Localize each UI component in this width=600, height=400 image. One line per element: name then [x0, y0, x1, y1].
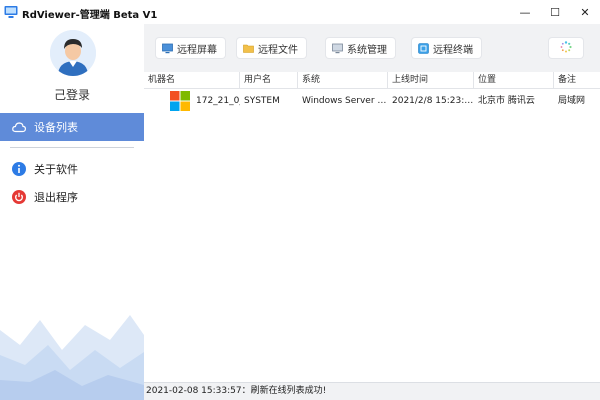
minimize-button[interactable]: —	[510, 0, 540, 24]
refresh-button[interactable]	[549, 38, 583, 58]
maximize-button[interactable]: ☐	[540, 0, 570, 24]
cell-os: Windows Server 2012 ...	[302, 96, 388, 106]
table-header: 机器名 用户名 系统 上线时间 位置 备注	[144, 72, 600, 89]
system-monitor-icon	[332, 43, 343, 54]
remote-screen-button[interactable]: 远程屏幕	[156, 38, 225, 58]
cell-note: 局域网	[558, 96, 586, 106]
toolbar: 远程屏幕 远程文件 系统管理 远程终端	[144, 24, 600, 72]
device-table: 机器名 用户名 系统 上线时间 位置 备注 172_21_0_3 SYSTEM …	[144, 72, 600, 382]
monitor-icon	[162, 43, 173, 54]
column-header-note[interactable]: 备注	[554, 72, 600, 89]
sidebar-item-exit[interactable]: 退出程序	[0, 183, 144, 211]
machine-name: 172_21_0_3	[196, 96, 240, 106]
main-panel: 远程屏幕 远程文件 系统管理 远程终端 机器名 用户名 系统 上线时间 位置 备…	[144, 0, 600, 400]
refresh-spinner-icon	[560, 40, 572, 56]
sidebar: 己登录 设备列表 关于软件 退出程序	[0, 0, 144, 400]
sidebar-item-about[interactable]: 关于软件	[0, 155, 144, 183]
sidebar-item-label: 退出程序	[34, 191, 78, 204]
cell-machine: 172_21_0_3	[144, 89, 240, 113]
cloud-icon	[12, 120, 26, 134]
column-header-online-time[interactable]: 上线时间	[388, 72, 474, 89]
sidebar-mountain-decoration	[0, 315, 144, 400]
remote-terminal-button[interactable]: 远程终端	[412, 38, 481, 58]
cell-user: SYSTEM	[244, 96, 280, 106]
login-status: 己登录	[53, 88, 90, 102]
window-title: RdViewer-管理端 Beta V1	[22, 10, 158, 21]
folder-icon	[243, 43, 254, 54]
close-button[interactable]: ✕	[570, 0, 600, 24]
column-header-machine[interactable]: 机器名	[144, 72, 240, 89]
windows-logo-icon	[170, 91, 190, 111]
sidebar-divider	[10, 147, 134, 148]
sidebar-item-label: 关于软件	[34, 163, 78, 176]
info-icon	[12, 162, 26, 176]
sidebar-item-device-list[interactable]: 设备列表	[0, 113, 144, 141]
terminal-icon	[418, 42, 429, 54]
title-bar[interactable]: RdViewer-管理端 Beta V1 — ☐ ✕	[0, 0, 600, 24]
cell-online-time: 2021/2/8 15:23:20	[392, 96, 474, 106]
table-row[interactable]: 172_21_0_3 SYSTEM Windows Server 2012 ..…	[144, 89, 600, 113]
power-icon	[12, 190, 26, 204]
column-header-os[interactable]: 系统	[298, 72, 388, 89]
cell-location: 北京市 腾讯云	[478, 96, 535, 106]
column-header-user[interactable]: 用户名	[240, 72, 298, 89]
remote-file-button[interactable]: 远程文件	[237, 38, 306, 58]
app-logo-icon	[4, 6, 18, 18]
column-header-location[interactable]: 位置	[474, 72, 554, 89]
sidebar-item-label: 设备列表	[34, 121, 78, 134]
status-bar: 2021-02-08 15:33:57：刷新在线列表成功!	[144, 382, 600, 400]
user-avatar-icon	[50, 30, 96, 76]
system-manage-button[interactable]: 系统管理	[326, 38, 395, 58]
